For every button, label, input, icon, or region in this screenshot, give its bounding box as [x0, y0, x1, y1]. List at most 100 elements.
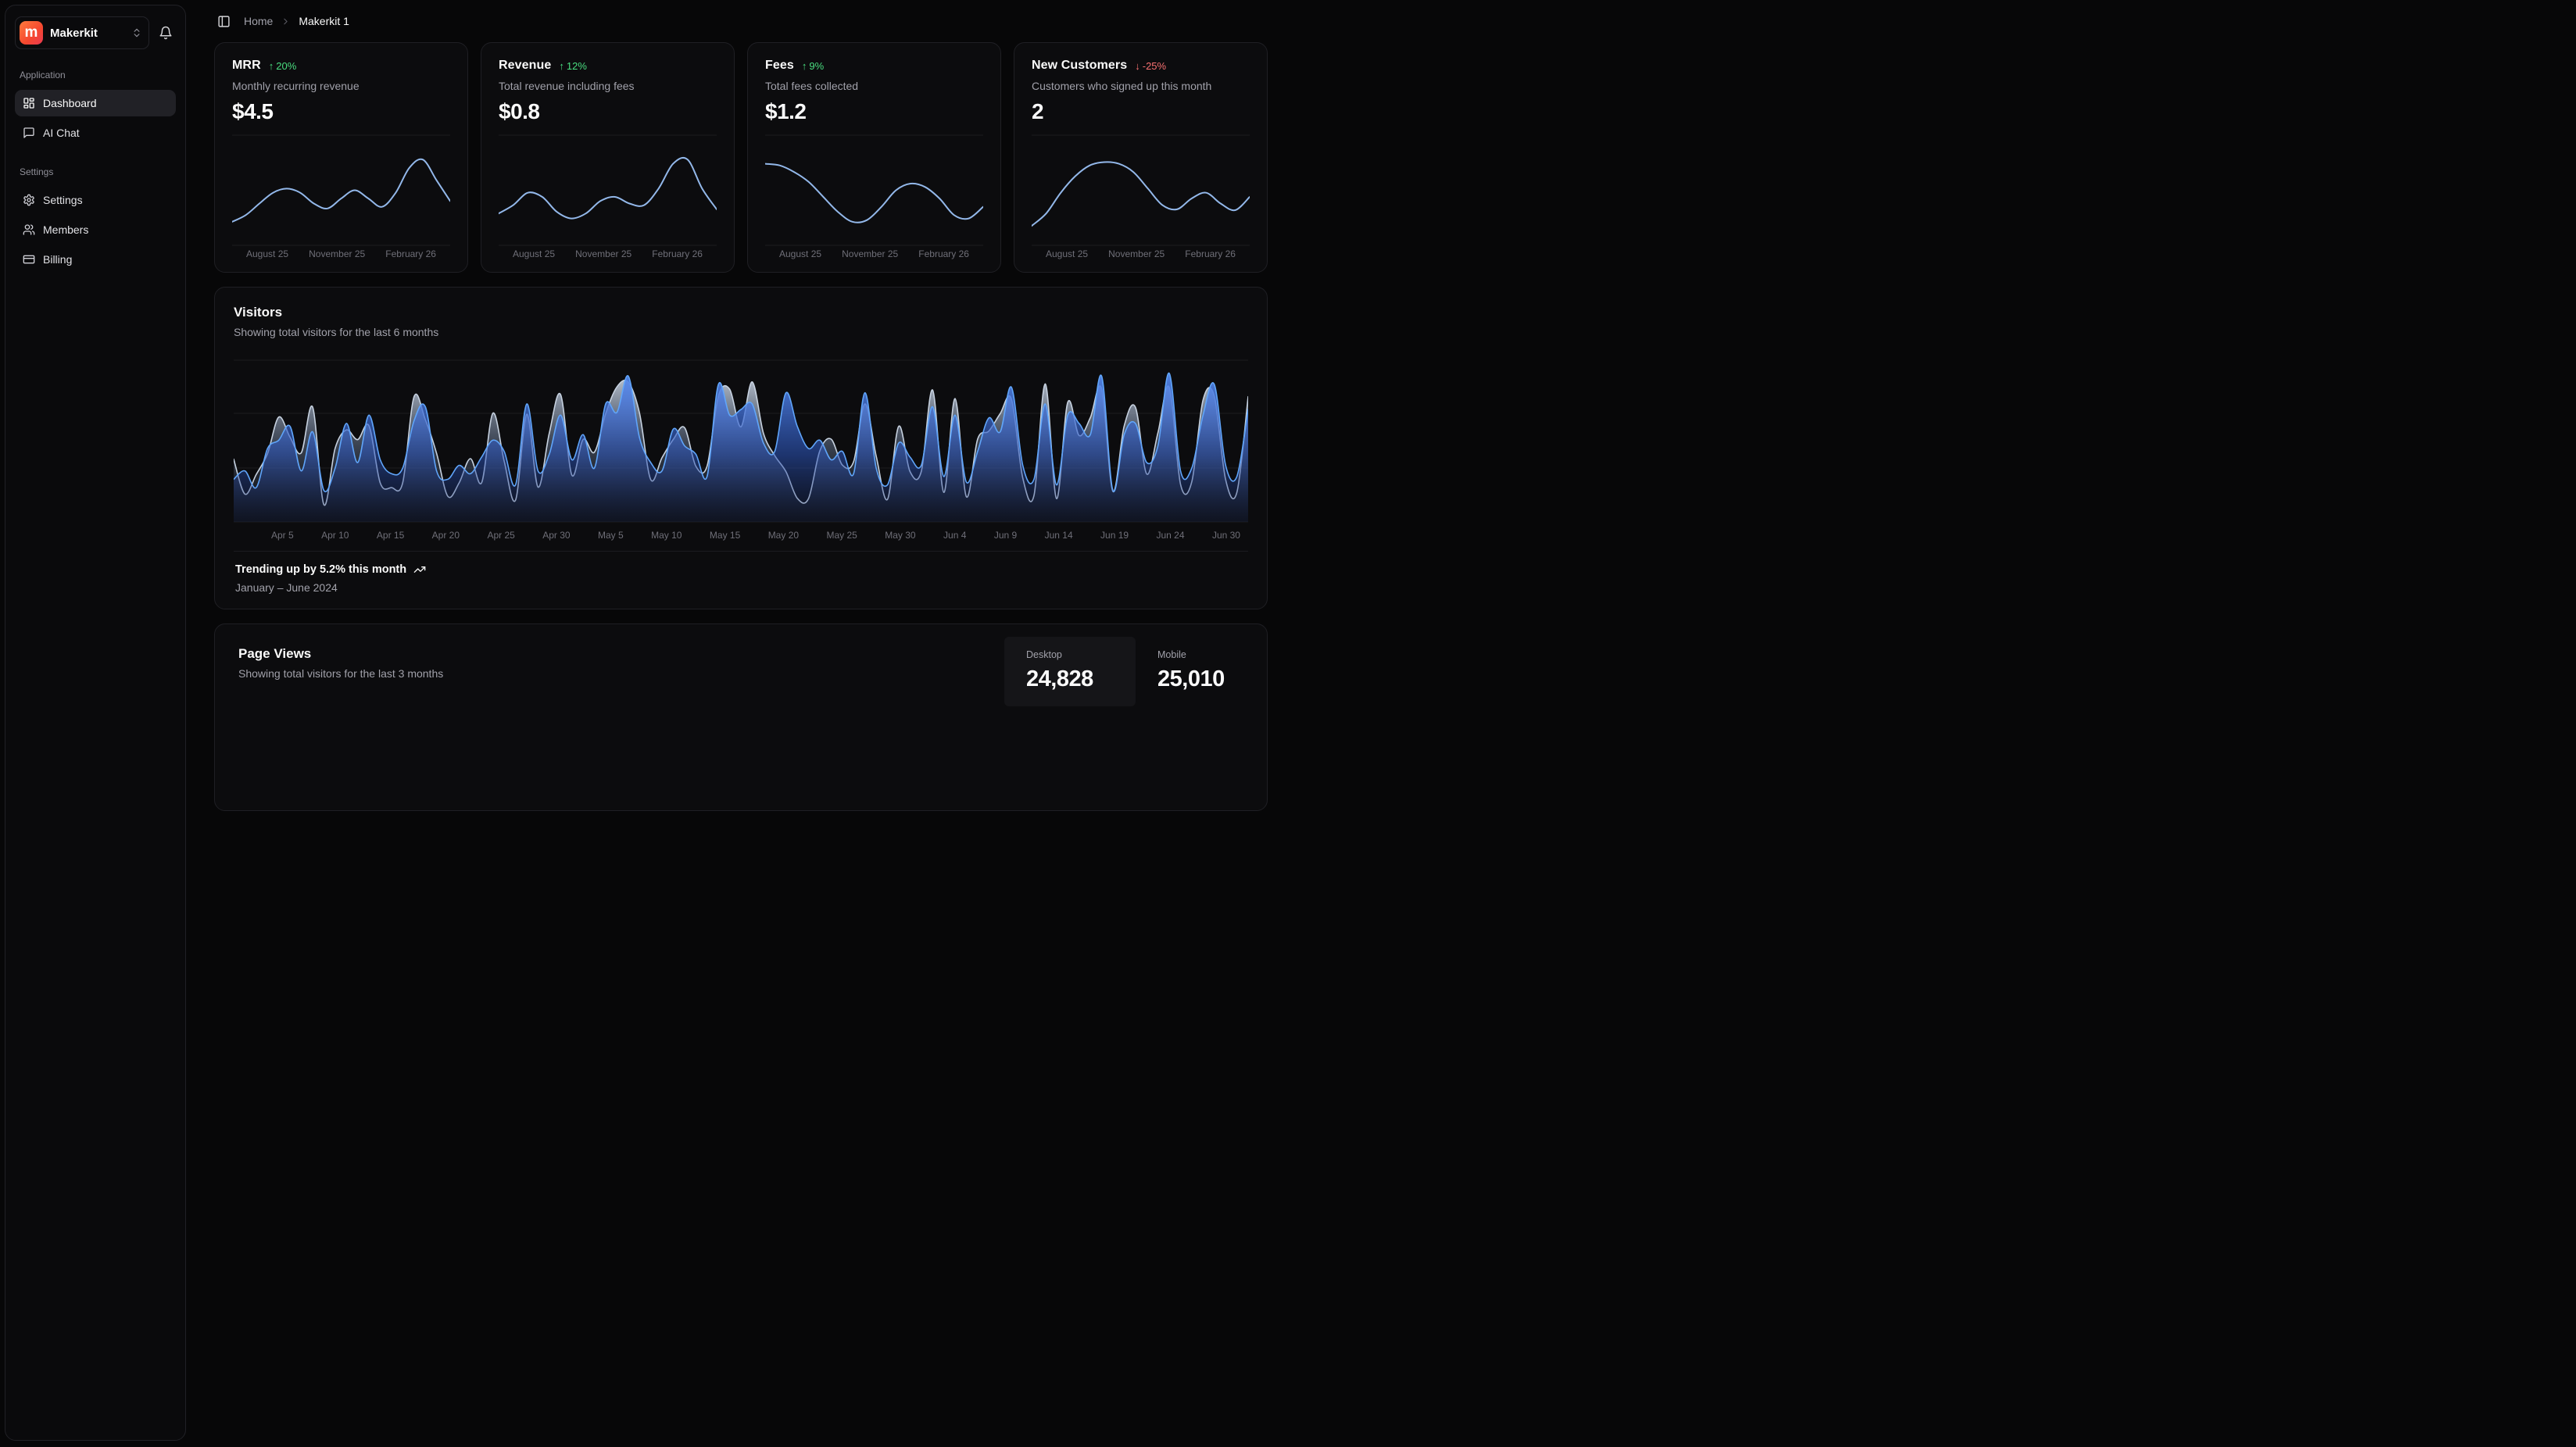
- trend-badge: ↓ -25%: [1135, 60, 1166, 72]
- x-tick-label: Apr 5: [271, 530, 294, 541]
- x-tick-label: November 25: [309, 248, 365, 259]
- toggle-value: 25,010: [1157, 666, 1225, 692]
- stat-card-mrr: MRR ↑ 20% Monthly recurring revenue $4.5…: [214, 42, 468, 273]
- sparkline-x-axis: August 25 November 25 February 26: [765, 248, 983, 261]
- sidebar-toggle-button[interactable]: [214, 12, 234, 31]
- panel-left-icon: [217, 15, 231, 28]
- x-tick-label: Apr 10: [321, 530, 349, 541]
- x-tick-label: Apr 20: [432, 530, 460, 541]
- sidebar-item-billing[interactable]: Billing: [15, 246, 176, 273]
- mobile-toggle[interactable]: Mobile 25,010: [1136, 637, 1267, 706]
- bell-icon: [159, 26, 173, 40]
- x-tick-label: Jun 24: [1157, 530, 1185, 541]
- page-views-card: Page Views Showing total visitors for th…: [214, 623, 1268, 811]
- stat-card-title: MRR: [232, 59, 261, 73]
- trend-badge: ↑ 12%: [559, 60, 587, 72]
- sidebar-item-members[interactable]: Members: [15, 216, 176, 243]
- workspace-selector[interactable]: m Makerkit: [15, 16, 149, 49]
- page-views-title: Page Views: [238, 646, 443, 662]
- visitors-title: Visitors: [234, 305, 1248, 320]
- sidebar-item-ai-chat[interactable]: AI Chat: [15, 120, 176, 146]
- page-views-subtitle: Showing total visitors for the last 3 mo…: [238, 667, 443, 680]
- revenue-sparkline-chart: [499, 132, 717, 246]
- sidebar: m Makerkit Application Dashboard AI Chat…: [5, 5, 186, 1441]
- chevrons-up-down-icon: [131, 27, 142, 38]
- trend-badge: ↑ 9%: [802, 60, 824, 72]
- stat-card-title: Fees: [765, 59, 794, 73]
- makerkit-logo: m: [20, 21, 43, 45]
- stat-card-value: $0.8: [499, 99, 717, 124]
- sidebar-item-label: Billing: [43, 253, 72, 266]
- page-views-toggles: Desktop 24,828 Mobile 25,010: [1004, 637, 1267, 706]
- stat-card-title: Revenue: [499, 59, 551, 73]
- sidebar-item-label: AI Chat: [43, 127, 80, 139]
- stat-card-value: 2: [1032, 99, 1250, 124]
- x-tick-label: August 25: [246, 248, 288, 259]
- sparkline-x-axis: August 25 November 25 February 26: [232, 248, 450, 261]
- x-tick-label: August 25: [779, 248, 821, 259]
- visitors-footer: Trending up by 5.2% this month January –…: [234, 551, 1248, 609]
- arrow-down-icon: ↓: [1135, 60, 1140, 72]
- x-tick-label: May 30: [885, 530, 915, 541]
- x-tick-label: Jun 30: [1212, 530, 1240, 541]
- x-tick-label: May 15: [710, 530, 740, 541]
- trending-up-icon: [413, 563, 426, 576]
- arrow-up-icon: ↑: [269, 60, 274, 72]
- x-tick-label: Apr 15: [377, 530, 404, 541]
- arrow-up-icon: ↑: [802, 60, 807, 72]
- sidebar-item-label: Members: [43, 223, 88, 236]
- notifications-button[interactable]: [156, 23, 176, 43]
- section-label-application: Application: [20, 70, 171, 80]
- x-tick-label: Apr 30: [542, 530, 570, 541]
- sparkline-x-axis: August 25 November 25 February 26: [1032, 248, 1250, 261]
- x-tick-label: November 25: [575, 248, 631, 259]
- topbar: Home Makerkit 1: [214, 0, 1268, 42]
- sidebar-item-label: Dashboard: [43, 97, 97, 109]
- x-tick-label: February 26: [918, 248, 969, 259]
- visitors-area-chart: [234, 359, 1248, 523]
- toggle-label: Desktop: [1026, 649, 1062, 660]
- workspace-name: Makerkit: [50, 27, 124, 40]
- x-tick-label: May 25: [826, 530, 857, 541]
- toggle-label: Mobile: [1157, 649, 1186, 660]
- x-tick-label: February 26: [1185, 248, 1236, 259]
- sidebar-item-label: Settings: [43, 194, 83, 206]
- x-tick-label: Jun 14: [1045, 530, 1073, 541]
- x-tick-label: Jun 19: [1100, 530, 1129, 541]
- x-tick-label: February 26: [652, 248, 703, 259]
- sparkline-x-axis: August 25 November 25 February 26: [499, 248, 717, 261]
- trend-percent: 20%: [276, 60, 296, 72]
- stat-card-subtitle: Total fees collected: [765, 80, 983, 92]
- stat-card-value: $4.5: [232, 99, 450, 124]
- x-tick-label: Jun 4: [943, 530, 966, 541]
- stat-card-subtitle: Total revenue including fees: [499, 80, 717, 92]
- toggle-value: 24,828: [1026, 666, 1093, 692]
- x-tick-label: November 25: [1108, 248, 1165, 259]
- stat-card-subtitle: Customers who signed up this month: [1032, 80, 1250, 92]
- x-tick-label: May 5: [598, 530, 624, 541]
- stat-card-revenue: Revenue ↑ 12% Total revenue including fe…: [481, 42, 735, 273]
- visitors-subtitle: Showing total visitors for the last 6 mo…: [234, 326, 1248, 338]
- x-tick-label: August 25: [1046, 248, 1088, 259]
- visitors-x-axis: Apr 5 Apr 10 Apr 15 Apr 20 Apr 25 Apr 30 May 5…: [234, 530, 1248, 541]
- sidebar-item-settings[interactable]: Settings: [15, 187, 176, 213]
- visitors-trend-text: Trending up by 5.2% this month: [235, 563, 406, 576]
- sidebar-item-dashboard[interactable]: Dashboard: [15, 90, 176, 116]
- stat-cards-row: MRR ↑ 20% Monthly recurring revenue $4.5…: [214, 42, 1268, 273]
- new-customers-sparkline-chart: [1032, 132, 1250, 246]
- x-tick-label: August 25: [513, 248, 555, 259]
- breadcrumb: Home Makerkit 1: [244, 15, 349, 27]
- section-label-settings: Settings: [20, 166, 171, 177]
- main-content: Home Makerkit 1 MRR ↑ 20% Monthly recurr…: [194, 0, 1288, 831]
- trend-percent: 12%: [567, 60, 587, 72]
- x-tick-label: May 10: [651, 530, 682, 541]
- dashboard-icon: [23, 97, 35, 109]
- desktop-toggle[interactable]: Desktop 24,828: [1004, 637, 1136, 706]
- credit-card-icon: [23, 253, 35, 266]
- trend-percent: 9%: [809, 60, 824, 72]
- trend-badge: ↑ 20%: [269, 60, 297, 72]
- x-tick-label: Apr 25: [487, 530, 514, 541]
- breadcrumb-home[interactable]: Home: [244, 15, 273, 27]
- x-tick-label: February 26: [385, 248, 436, 259]
- x-tick-label: May 20: [768, 530, 799, 541]
